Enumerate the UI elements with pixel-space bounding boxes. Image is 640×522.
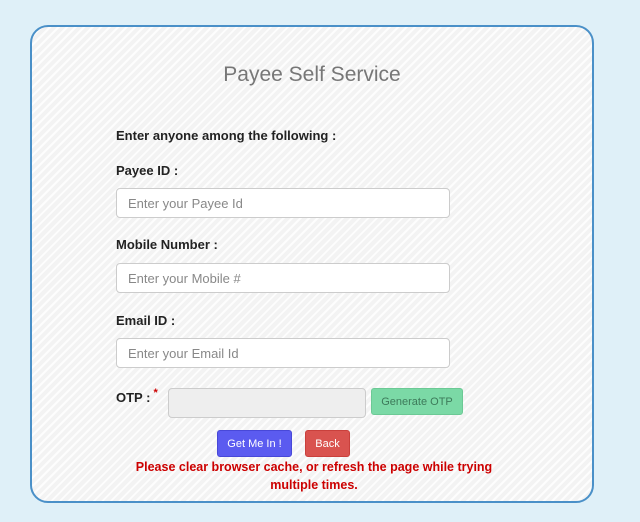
email-id-input[interactable] <box>116 338 450 368</box>
required-marker: * <box>153 387 158 399</box>
page-title: Payee Self Service <box>223 63 401 86</box>
generate-otp-button[interactable]: Generate OTP <box>371 388 463 415</box>
otp-label-wrapper: OTP : * <box>116 387 158 405</box>
payee-id-label: Payee ID : <box>116 163 179 178</box>
login-button[interactable]: Get Me In ! <box>217 430 292 457</box>
payee-id-input[interactable] <box>116 188 450 218</box>
cache-warning-text: Please clear browser cache, or refresh t… <box>135 460 493 492</box>
mobile-number-input[interactable] <box>116 263 450 293</box>
mobile-number-label: Mobile Number : <box>116 237 218 252</box>
otp-label: OTP : <box>116 390 151 405</box>
otp-input[interactable] <box>168 388 366 418</box>
instruction-text: Enter anyone among the following : <box>116 128 337 143</box>
login-panel: Payee Self Service Enter anyone among th… <box>30 25 594 503</box>
email-id-label: Email ID : <box>116 313 176 328</box>
back-button[interactable]: Back <box>305 430 350 457</box>
